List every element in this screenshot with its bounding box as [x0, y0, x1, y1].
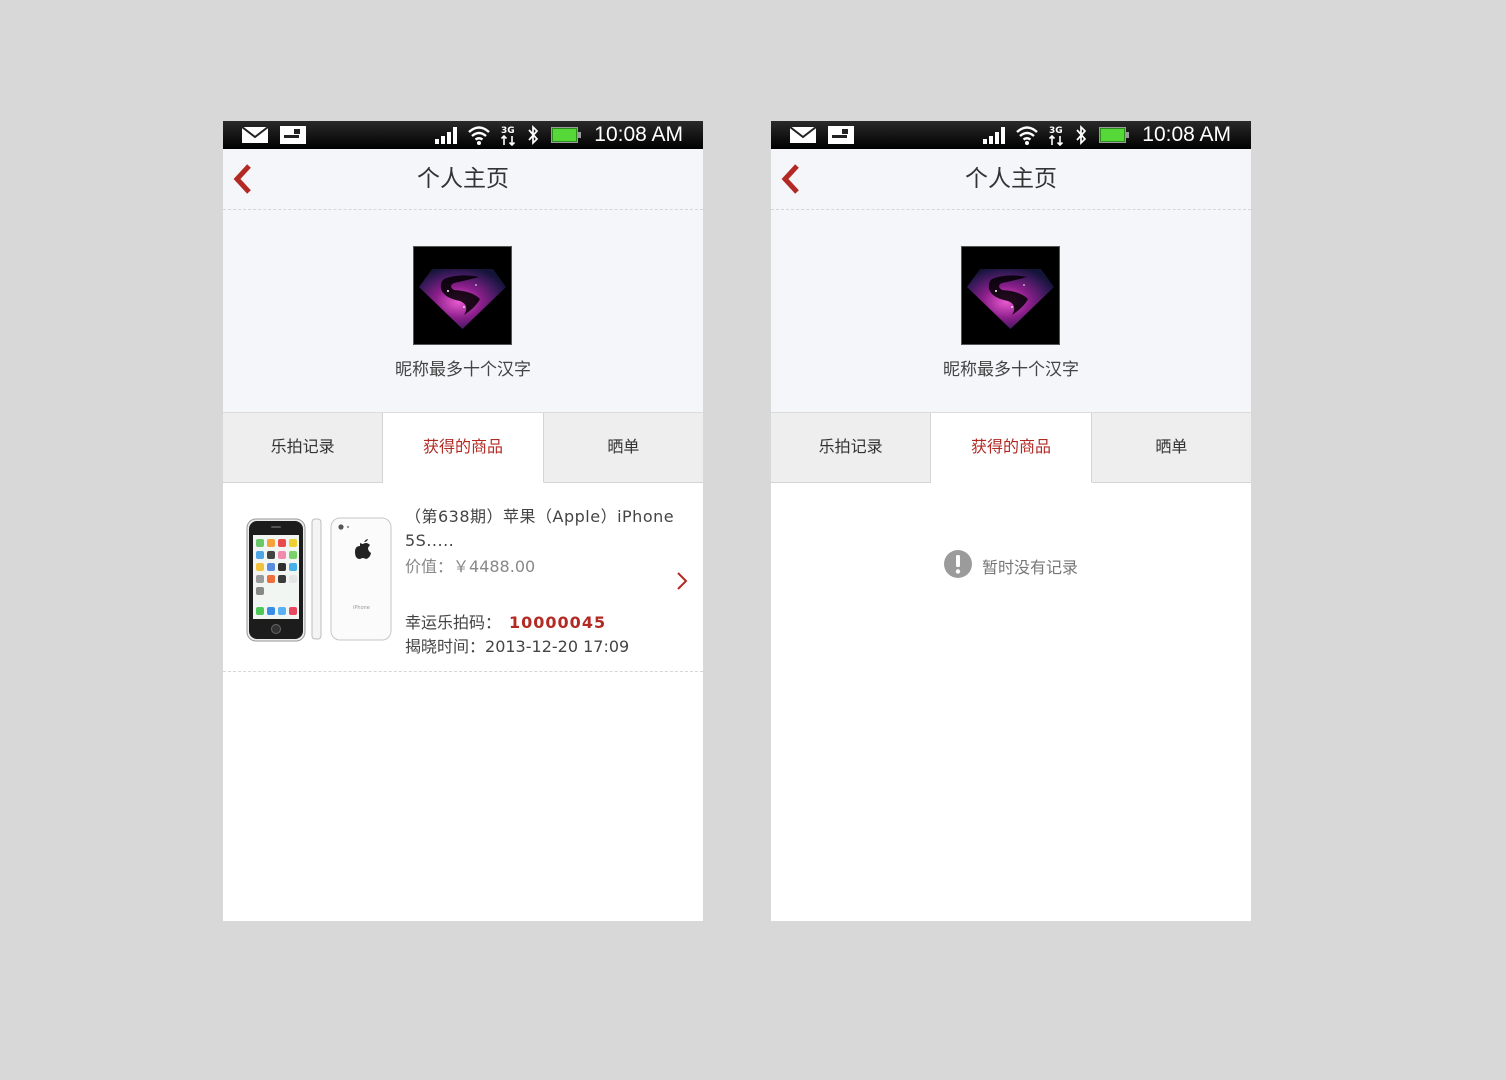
- profile-header: 昵称最多十个汉字: [223, 210, 703, 412]
- tab-won-goods[interactable]: 获得的商品: [931, 413, 1092, 483]
- chevron-right-icon[interactable]: [676, 571, 688, 591]
- lucky-code-value: 10000045: [509, 613, 607, 632]
- tab-bar: 乐拍记录 获得的商品 晒单: [223, 412, 703, 483]
- tab-show-order[interactable]: 晒单: [1091, 413, 1251, 483]
- product-image: iPhone: [245, 517, 393, 643]
- mail-icon: [789, 121, 817, 149]
- tab-bar: 乐拍记录 获得的商品 晒单: [771, 412, 1251, 483]
- status-time: 10:08 AM: [1142, 123, 1231, 146]
- status-time: 10:08 AM: [594, 123, 683, 146]
- wifi-icon: [467, 121, 491, 149]
- mail-icon: [241, 121, 269, 149]
- reveal-time-value: 2013-12-20 17:09: [485, 637, 630, 656]
- status-bar: 3G 10:08 AM: [223, 121, 703, 149]
- tab-show-order[interactable]: 晒单: [543, 413, 703, 483]
- bluetooth-icon: [526, 121, 540, 149]
- phone-screen-goods: 3G 10:08 AM 个人主页 昵称最多十个汉字 乐拍记录 获得的商品 晒单 …: [223, 121, 703, 921]
- item-title: （第638期）苹果（Apple）iPhone 5S.....: [405, 507, 675, 550]
- exclamation-icon: [943, 550, 972, 582]
- avatar[interactable]: [413, 246, 512, 345]
- nickname: 昵称最多十个汉字: [395, 360, 531, 380]
- profile-header: 昵称最多十个汉字: [771, 210, 1251, 412]
- title-bar: 个人主页: [223, 149, 703, 210]
- empty-state-text: 暂时没有记录: [981, 558, 1078, 577]
- page-title: 个人主页: [965, 166, 1057, 192]
- nickname: 昵称最多十个汉字: [943, 360, 1079, 380]
- avatar[interactable]: [961, 246, 1060, 345]
- svg-text:3G: 3G: [501, 126, 515, 136]
- price-row: 价值：￥4488.00: [405, 553, 535, 577]
- battery-icon: [551, 121, 581, 149]
- lucky-code-label: 幸运乐拍码：: [405, 613, 502, 632]
- reveal-time-row: 揭晓时间：2013-12-20 17:09: [405, 633, 629, 657]
- title-bar: 个人主页: [771, 149, 1251, 210]
- phone-screen-empty: 3G 10:08 AM 个人主页 昵称最多十个汉字 乐拍记录 获得的商品 晒单 …: [771, 121, 1251, 921]
- signal-icon: [435, 121, 459, 149]
- tab-won-goods[interactable]: 获得的商品: [383, 413, 544, 483]
- wifi-icon: [1015, 121, 1039, 149]
- tab-auction-records[interactable]: 乐拍记录: [771, 413, 932, 483]
- price-label: 价值：: [405, 557, 454, 576]
- 3g-icon: 3G: [1048, 121, 1066, 149]
- svg-text:3G: 3G: [1049, 126, 1063, 136]
- page-title: 个人主页: [417, 166, 509, 192]
- price-value: ￥4488.00: [453, 557, 536, 576]
- sim-icon: [280, 121, 306, 149]
- sim-icon: [828, 121, 854, 149]
- 3g-icon: 3G: [500, 121, 518, 149]
- tab-auction-records[interactable]: 乐拍记录: [223, 413, 384, 483]
- empty-state: 暂时没有记录: [771, 550, 1251, 582]
- battery-icon: [1099, 121, 1129, 149]
- list-item[interactable]: iPhone （第638期）苹果（Apple）iPhone 5S..... 价值…: [223, 483, 703, 672]
- bluetooth-icon: [1074, 121, 1088, 149]
- svg-text:iPhone: iPhone: [353, 605, 370, 611]
- lucky-code-row: 幸运乐拍码： 10000045: [405, 609, 606, 633]
- status-bar: 3G 10:08 AM: [771, 121, 1251, 149]
- signal-icon: [983, 121, 1007, 149]
- reveal-time-label: 揭晓时间：: [405, 637, 486, 656]
